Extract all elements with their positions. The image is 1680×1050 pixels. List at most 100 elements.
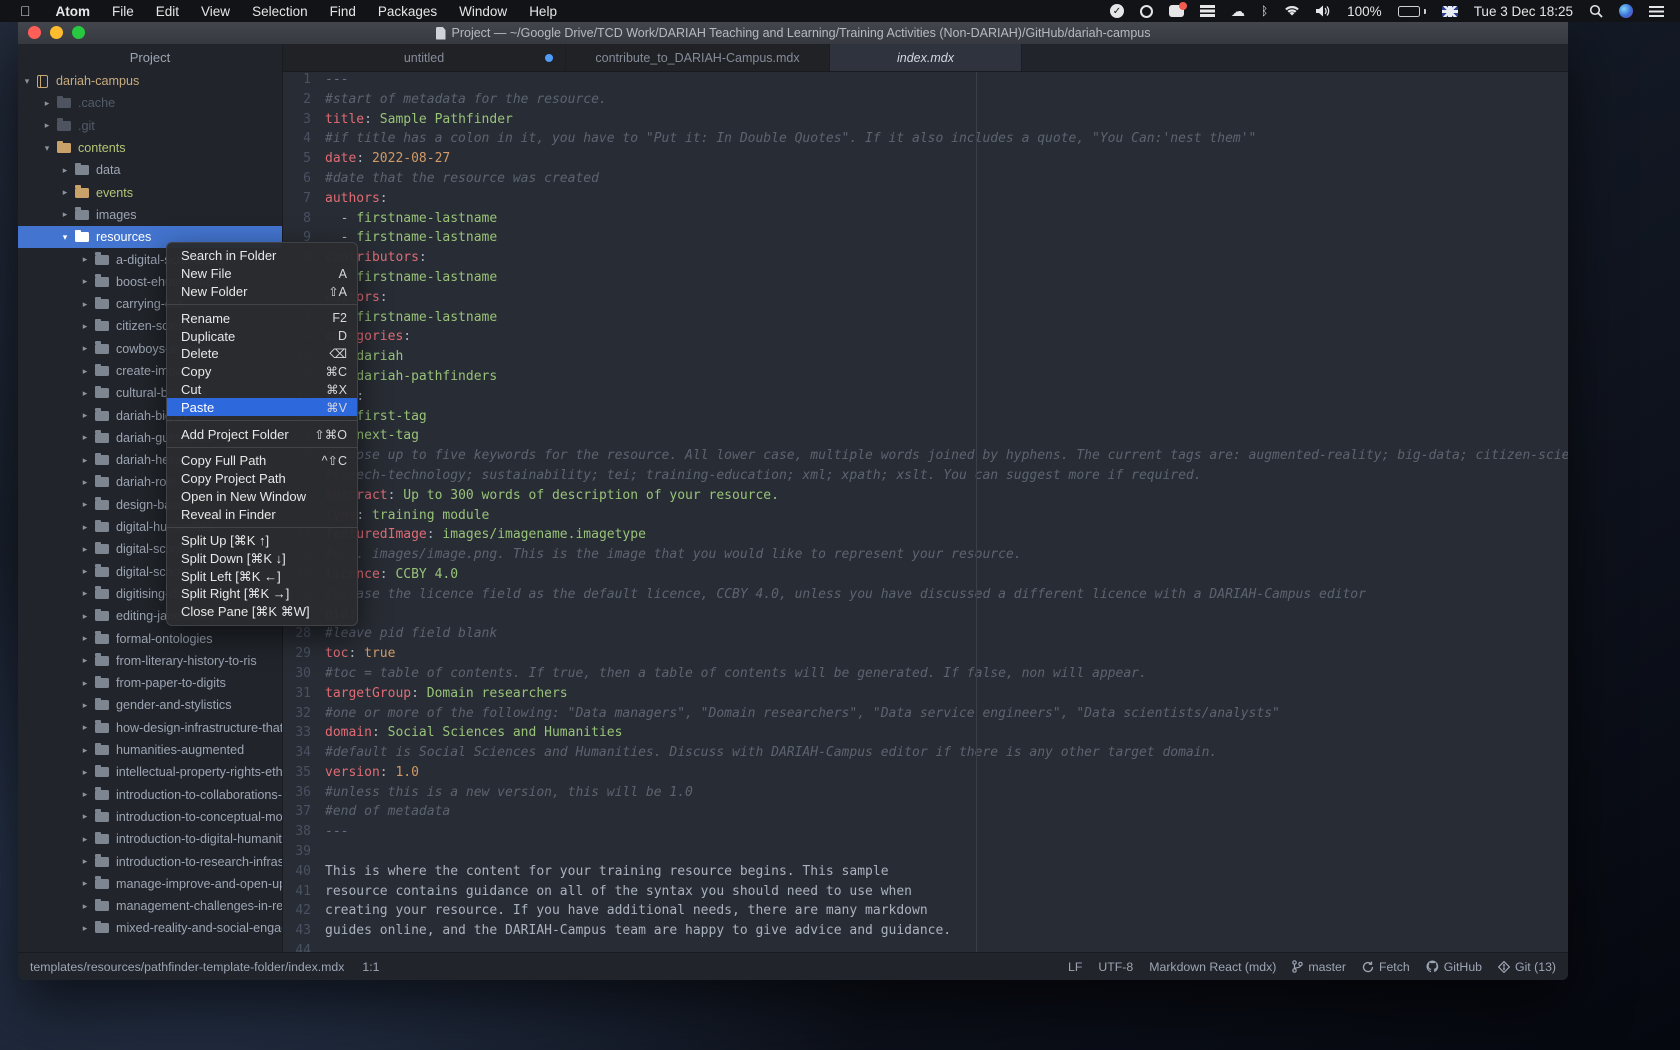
tree-item-formal-ontologies[interactable]: ▸formal-ontologies (18, 627, 282, 649)
editor-line[interactable]: 7authors: (283, 191, 1568, 211)
tree-item-introduction-to-research-infrastru[interactable]: ▸introduction-to-research-infrastru (18, 850, 282, 872)
editor-line[interactable]: 33domain: Social Sciences and Humanities (283, 725, 1568, 745)
tree-item-mixed-reality-and-social-engagem[interactable]: ▸mixed-reality-and-social-engagem (18, 917, 282, 939)
tree-item-how-design-infrastructure-that-co[interactable]: ▸how-design-infrastructure-that-co (18, 717, 282, 739)
chevron-right-icon[interactable]: ▸ (80, 722, 90, 733)
window-title-bar[interactable]: Project — ~/Google Drive/TCD Work/DARIAH… (18, 22, 1568, 44)
status-file-path[interactable]: templates/resources/pathfinder-template-… (30, 960, 344, 974)
context-menu-item-copy-full-path[interactable]: Copy Full Path^⇧C (167, 452, 357, 470)
editor-line[interactable]: 8 - firstname-lastname (283, 211, 1568, 231)
status-git-branch[interactable]: master (1292, 960, 1346, 974)
chevron-right-icon[interactable]: ▸ (80, 700, 90, 711)
tree-item-introduction-to-digital-humanities[interactable]: ▸introduction-to-digital-humanities (18, 828, 282, 850)
editor-line[interactable]: 28#leave pid field blank (283, 626, 1568, 646)
editor-line[interactable]: 21abstract: Up to 300 words of descripti… (283, 488, 1568, 508)
context-menu-item-copy[interactable]: Copy⌘C (167, 363, 357, 381)
editor-line[interactable]: 3title: Sample Pathfinder (283, 112, 1568, 132)
volume-icon[interactable] (1308, 5, 1339, 17)
context-menu-item-cut[interactable]: Cut⌘X (167, 381, 357, 399)
editor-line[interactable]: 34#default is Social Sciences and Humani… (283, 745, 1568, 765)
circle-icon[interactable] (1132, 5, 1161, 18)
tree-item-cache[interactable]: ▸.cache (18, 92, 282, 114)
chevron-right-icon[interactable]: ▸ (80, 789, 90, 800)
editor-line[interactable]: 13 - firstname-lastname (283, 310, 1568, 330)
tree-item-git[interactable]: ▸.git (18, 115, 282, 137)
context-menu-item-delete[interactable]: Delete⌫ (167, 345, 357, 363)
tree-item-humanities-augmented[interactable]: ▸humanities-augmented (18, 739, 282, 761)
close-window-button[interactable] (28, 26, 41, 39)
context-menu-item-close-pane-k-w[interactable]: Close Pane [⌘K ⌘W] (167, 603, 357, 621)
chevron-right-icon[interactable]: ▸ (80, 455, 90, 466)
tree-item-management-challenges-in-resea[interactable]: ▸management-challenges-in-resea (18, 895, 282, 917)
editor-line[interactable]: 37#end of metadata (283, 804, 1568, 824)
context-menu-item-search-in-folder[interactable]: Search in Folder (167, 247, 357, 265)
menu-view[interactable]: View (190, 4, 241, 19)
status-cursor-position[interactable]: 1:1 (362, 960, 379, 974)
spotlight-icon[interactable] (1581, 4, 1611, 18)
editor-line[interactable]: 36#unless this is a new version, this wi… (283, 785, 1568, 805)
menu-window[interactable]: Window (448, 4, 518, 19)
tab-untitled[interactable]: untitled (283, 44, 566, 71)
editor-line[interactable]: 29toc: true (283, 646, 1568, 666)
tab-contribute-to-dariah-campus-mdx[interactable]: contribute_to_DARIAH-Campus.mdx (566, 44, 830, 71)
chevron-right-icon[interactable]: ▸ (80, 477, 90, 488)
editor-line[interactable]: 30#toc = table of contents. If true, the… (283, 666, 1568, 686)
chevron-right-icon[interactable]: ▸ (80, 678, 90, 689)
menu-edit[interactable]: Edit (145, 4, 190, 19)
context-menu-item-paste[interactable]: Paste⌘V (167, 398, 357, 416)
chevron-right-icon[interactable]: ▸ (80, 655, 90, 666)
editor-line[interactable]: 15 - dariah (283, 349, 1568, 369)
menu-find[interactable]: Find (319, 4, 367, 19)
text-editor[interactable]: 1---2#start of metadata for the resource… (283, 72, 1568, 952)
tree-item-introduction-to-conceptual-model[interactable]: ▸introduction-to-conceptual-model (18, 806, 282, 828)
editor-line[interactable]: 38--- (283, 824, 1568, 844)
editor-line[interactable]: 14categories: (283, 329, 1568, 349)
context-menu-item-open-in-new-window[interactable]: Open in New Window (167, 488, 357, 506)
chevron-right-icon[interactable]: ▸ (80, 254, 90, 265)
editor-line[interactable]: 42creating your resource. If you have ad… (283, 903, 1568, 923)
tree-item-introduction-to-collaborations-in-[interactable]: ▸introduction-to-collaborations-in- (18, 784, 282, 806)
editor-line[interactable]: 18 - first-tag (283, 409, 1568, 429)
wifi-icon[interactable] (1276, 5, 1308, 17)
editor-line[interactable]: 22type: training module (283, 508, 1568, 528)
editor-line[interactable]: 39 (283, 844, 1568, 864)
editor-line[interactable]: 17tags: (283, 389, 1568, 409)
editor-line[interactable]: 2#start of metadata for the resource. (283, 92, 1568, 112)
tree-item-events[interactable]: ▸events (18, 181, 282, 203)
editor-line[interactable]: 10contributors: (283, 250, 1568, 270)
chevron-right-icon[interactable]: ▸ (80, 276, 90, 287)
apple-menu-icon[interactable]:  (0, 3, 45, 19)
chevron-right-icon[interactable]: ▸ (80, 856, 90, 867)
zoom-window-button[interactable] (72, 26, 85, 39)
chevron-right-icon[interactable]: ▸ (42, 98, 52, 109)
chevron-right-icon[interactable]: ▸ (80, 388, 90, 399)
context-menu-item-add-project-folder[interactable]: Add Project Folder⇧⌘O (167, 425, 357, 443)
chevron-right-icon[interactable]: ▸ (42, 120, 52, 131)
chevron-right-icon[interactable]: ▸ (80, 410, 90, 421)
chevron-right-icon[interactable]: ▸ (80, 321, 90, 332)
chevron-right-icon[interactable]: ▸ (80, 901, 90, 912)
context-menu-item-split-down-k[interactable]: Split Down [⌘K ↓] (167, 550, 357, 568)
tree-item-images[interactable]: ▸images (18, 204, 282, 226)
context-menu-item-duplicate[interactable]: DuplicateD (167, 327, 357, 345)
tree-item-manage-improve-and-open-up-yo[interactable]: ▸manage-improve-and-open-up-yo (18, 873, 282, 895)
context-menu-item-reveal-in-finder[interactable]: Reveal in Finder (167, 505, 357, 523)
context-menu-item-new-folder[interactable]: New Folder⇧A (167, 283, 357, 301)
chevron-right-icon[interactable]: ▸ (80, 499, 90, 510)
chevron-right-icon[interactable]: ▸ (80, 811, 90, 822)
context-menu-item-split-left-k[interactable]: Split Left [⌘K ←] (167, 568, 357, 586)
tree-item-data[interactable]: ▸data (18, 159, 282, 181)
editor-line[interactable]: 4#if title has a colon in it, you have t… (283, 131, 1568, 151)
chevron-right-icon[interactable]: ▸ (80, 522, 90, 533)
menubar-clock[interactable]: Tue 3 Dec 18:25 (1466, 4, 1581, 19)
control-center-icon[interactable] (1641, 6, 1680, 17)
check-circle-icon[interactable]: ✓ (1102, 4, 1132, 18)
editor-line[interactable]: 19 - next-tag (283, 428, 1568, 448)
menu-help[interactable]: Help (518, 4, 568, 19)
editor-line[interactable]: 24#e.g. images/image.png. This is the im… (283, 547, 1568, 567)
context-menu-item-new-file[interactable]: New FileA (167, 265, 357, 283)
cloud-upload-icon[interactable]: ☁ (1223, 3, 1253, 20)
chevron-right-icon[interactable]: ▸ (80, 923, 90, 934)
editor-line[interactable]: 31targetGroup: Domain researchers (283, 686, 1568, 706)
chevron-right-icon[interactable]: ▸ (60, 165, 70, 176)
